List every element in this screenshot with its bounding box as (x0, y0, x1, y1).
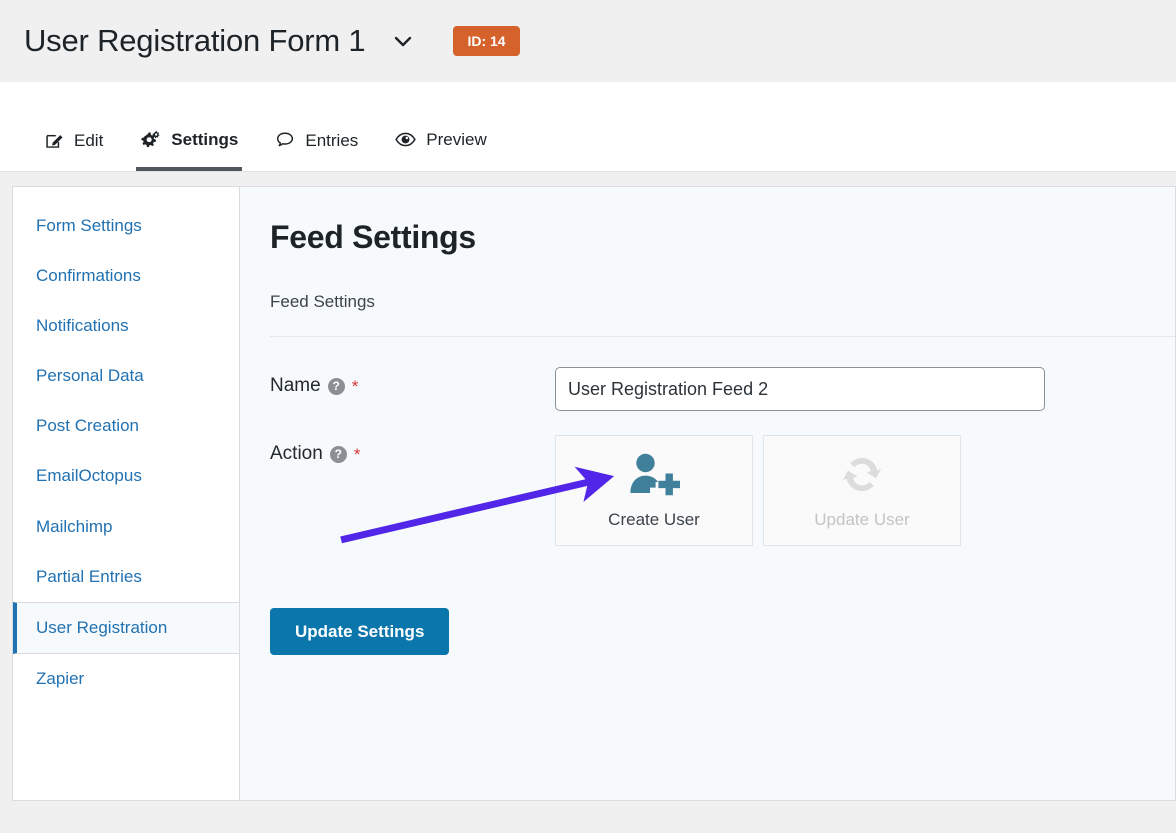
tab-entries[interactable]: Entries (274, 129, 372, 171)
pencil-square-icon (44, 130, 65, 151)
required-marker: * (353, 444, 361, 464)
sync-refresh-icon (837, 452, 887, 502)
sidebar-item-zapier[interactable]: Zapier (13, 654, 239, 704)
section-subheading: Feed Settings (270, 292, 375, 311)
action-card-update-user[interactable]: Update User (763, 435, 961, 546)
required-marker: * (351, 376, 359, 396)
sidebar-item-emailoctopus[interactable]: EmailOctopus (13, 451, 239, 501)
gears-icon (139, 128, 162, 151)
tab-edit[interactable]: Edit (44, 130, 117, 171)
sidebar-item-personal-data[interactable]: Personal Data (13, 351, 239, 401)
tab-settings[interactable]: Settings (136, 128, 252, 171)
settings-body: Form Settings Confirmations Notification… (0, 172, 1176, 832)
update-settings-button[interactable]: Update Settings (270, 608, 450, 655)
name-field-label: Name ? * (270, 367, 555, 397)
settings-content: Feed Settings Feed Settings Name ? * Act… (239, 186, 1176, 801)
page-header: User Registration Form 1 ID: 14 (0, 0, 1176, 82)
chevron-down-icon[interactable] (389, 27, 417, 55)
form-tab-bar: Edit Settings Entries Preview (0, 82, 1176, 172)
sidebar-item-mailchimp[interactable]: Mailchimp (13, 502, 239, 552)
settings-sidebar: Form Settings Confirmations Notification… (12, 186, 239, 801)
action-field-label: Action ? * (270, 435, 555, 465)
sidebar-item-post-creation[interactable]: Post Creation (13, 401, 239, 451)
form-row-name: Name ? * (270, 367, 1175, 411)
question-mark-icon[interactable]: ? (329, 445, 347, 463)
form-id-badge: ID: 14 (453, 26, 520, 56)
content-heading: Feed Settings (270, 219, 476, 255)
action-card-create-user[interactable]: Create User (555, 435, 753, 546)
tab-label: Settings (171, 130, 239, 149)
speech-bubble-icon (274, 129, 296, 151)
section-divider (270, 336, 1175, 337)
user-plus-icon (628, 452, 680, 502)
question-mark-icon[interactable]: ? (327, 377, 345, 395)
feed-name-input[interactable] (555, 367, 1045, 411)
tab-label: Entries (305, 130, 359, 150)
action-card-label: Update User (814, 509, 910, 529)
action-card-label: Create User (608, 509, 700, 529)
sidebar-item-partial-entries[interactable]: Partial Entries (13, 552, 239, 602)
action-label-text: Action (270, 443, 323, 464)
eye-icon (394, 128, 417, 151)
page-title: User Registration Form 1 (24, 23, 366, 59)
tab-label: Edit (74, 131, 104, 150)
sidebar-item-notifications[interactable]: Notifications (13, 301, 239, 351)
tab-preview[interactable]: Preview (394, 128, 500, 171)
sidebar-item-user-registration[interactable]: User Registration (13, 601, 239, 654)
name-label-text: Name (270, 375, 321, 396)
sidebar-item-form-settings[interactable]: Form Settings (13, 201, 239, 251)
form-row-action: Action ? * Create User Update User (270, 435, 1175, 546)
sidebar-item-confirmations[interactable]: Confirmations (13, 251, 239, 301)
action-card-group: Create User Update User (555, 435, 961, 546)
submit-area: Update Settings (270, 608, 1175, 655)
tab-label: Preview (426, 130, 487, 149)
